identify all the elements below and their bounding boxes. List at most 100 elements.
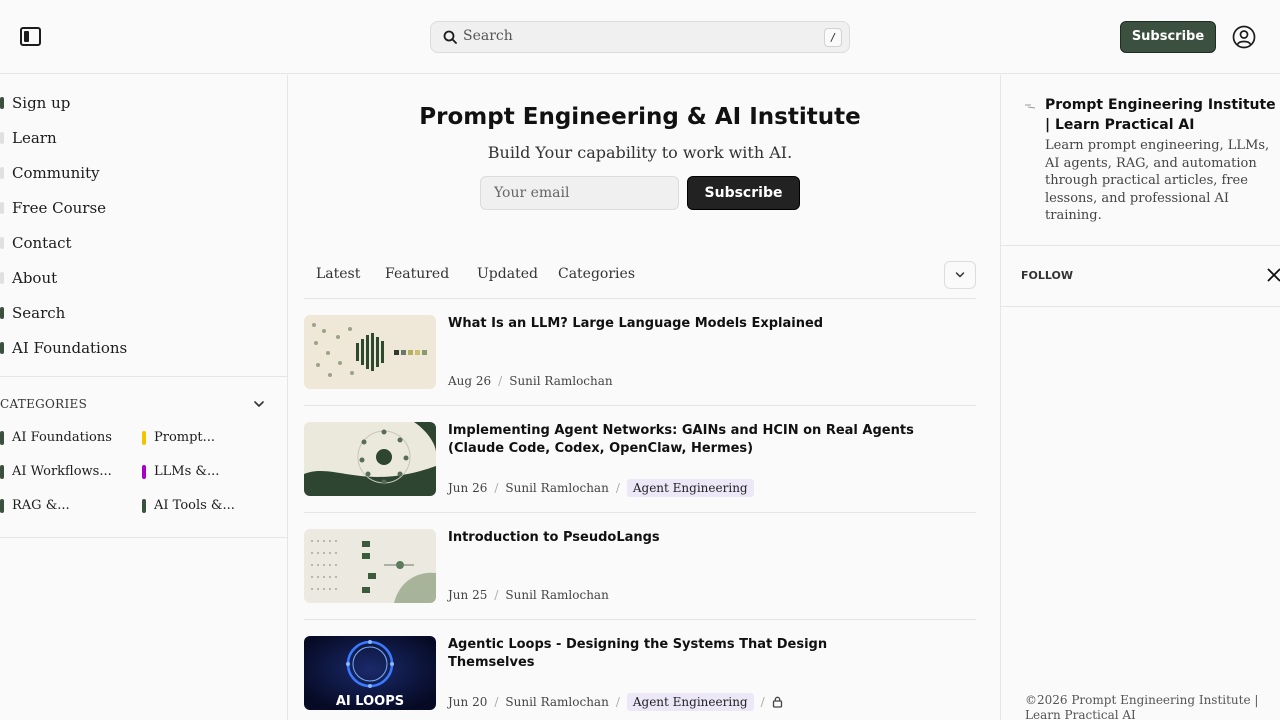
sidebar-item-label: Community [12, 164, 100, 182]
account-icon[interactable] [1232, 25, 1256, 49]
category-color-indicator [0, 499, 4, 513]
publication-title: Prompt Engineering Institute | Learn Pra… [1045, 97, 1276, 133]
post-meta: Jun 20 / Sunil Ramlochan / Agent Engineering… [448, 693, 783, 711]
tab-latest[interactable]: Latest [316, 266, 360, 282]
sidebar-item-ai-foundations[interactable]: AI Foundations [0, 336, 280, 360]
search-shortcut-key: / [824, 28, 842, 47]
post-author[interactable]: Sunil Ramlochan [505, 588, 608, 602]
tab-updated[interactable]: Updated [477, 266, 538, 282]
post-meta: Jun 25 / Sunil Ramlochan [448, 586, 609, 604]
post-thumbnail[interactable] [304, 529, 436, 603]
lock-icon [772, 696, 782, 708]
category-color-indicator [142, 465, 146, 479]
nav-indicator [0, 97, 4, 109]
sidebar-item-sign-up[interactable]: Sign up [0, 91, 280, 115]
nav-indicator [0, 307, 4, 319]
sidebar-item-search[interactable]: Search [0, 301, 280, 325]
divider [1001, 306, 1280, 307]
sidebar-item-label: Learn [12, 129, 57, 147]
post-tag[interactable]: Agent Engineering [626, 479, 754, 497]
nav-indicator [0, 342, 4, 354]
post-item[interactable]: Introduction to PseudoLangs Jun 25 / Sunil… [304, 513, 976, 620]
tab-categories[interactable]: Categories [558, 266, 635, 282]
sidebar-item-label: Contact [12, 234, 72, 252]
category-color-indicator [142, 499, 146, 513]
post-author[interactable]: Sunil Ramlochan [505, 481, 608, 495]
email-field[interactable] [480, 176, 679, 210]
meta-separator: / [615, 695, 620, 709]
header-subscribe-button[interactable]: Subscribe [1120, 21, 1216, 53]
post-title[interactable]: Implementing Agent Networks: GAINs and H… [448, 422, 918, 458]
sidebar-item-label: AI Foundations [12, 339, 128, 357]
sidebar-item-label: Sign up [12, 94, 71, 112]
meta-separator: / [494, 481, 499, 495]
category-color-indicator [0, 465, 4, 479]
category-color-indicator [0, 431, 4, 445]
tab-featured[interactable]: Featured [385, 266, 449, 282]
nav-indicator [0, 202, 4, 214]
sidebar-item-label: Free Course [12, 199, 107, 217]
search-icon [443, 30, 457, 44]
category-label: AI Tools &... [154, 498, 235, 513]
search-bar[interactable]: / [430, 21, 850, 53]
post-tag[interactable]: Agent Engineering [626, 693, 754, 711]
category-label: LLMs &... [154, 464, 220, 479]
nav-indicator [0, 272, 4, 284]
nav-indicator [0, 237, 4, 249]
footer-copyright: ©2026 Prompt Engineering Institute | Lea… [1025, 693, 1259, 720]
thumbnail-text: AI LOOPS [336, 694, 404, 709]
post-author[interactable]: Sunil Ramlochan [505, 695, 608, 709]
post-item[interactable]: AI LOOPS Agentic Loops - Designing the S… [304, 620, 976, 720]
post-date: Jun 26 [448, 481, 488, 495]
tabs-expand-button[interactable] [944, 261, 976, 289]
category-label: RAG &... [12, 498, 70, 513]
post-title[interactable]: Agentic Loops - Designing the Systems Th… [448, 636, 918, 672]
sidebar-toggle-icon[interactable] [20, 27, 41, 46]
post-date: Jun 20 [448, 695, 488, 709]
post-item[interactable]: What Is an LLM? Large Language Models Ex… [304, 299, 976, 406]
publication-logo-icon [1025, 104, 1035, 109]
x-social-icon[interactable] [1267, 268, 1280, 282]
divider [0, 376, 288, 377]
post-title[interactable]: What Is an LLM? Large Language Models Ex… [448, 315, 918, 333]
chevron-down-icon [955, 272, 965, 278]
nav-indicator [0, 132, 4, 144]
follow-label: FOLLOW [1021, 269, 1073, 282]
sidebar-item-about[interactable]: About [0, 266, 280, 290]
site-title: Prompt Engineering & AI Institute [419, 104, 861, 130]
meta-separator: / [494, 588, 499, 602]
sidebar-item-contact[interactable]: Contact [0, 231, 280, 255]
category-label: AI Workflows... [12, 464, 112, 479]
hero-subscribe-button[interactable]: Subscribe [687, 176, 800, 210]
meta-separator: / [615, 481, 620, 495]
category-label: Prompt... [154, 430, 216, 445]
search-input[interactable] [463, 28, 803, 44]
post-date: Aug 26 [448, 374, 492, 388]
category-label: AI Foundations [12, 430, 112, 445]
post-thumbnail[interactable] [304, 422, 436, 496]
meta-separator: / [494, 695, 499, 709]
left-sidebar: Sign up Learn Community Free Course Contact A… [0, 75, 288, 720]
post-thumbnail[interactable] [304, 315, 436, 389]
meta-separator: / [498, 374, 503, 388]
sidebar-item-community[interactable]: Community [0, 161, 280, 185]
publication-description: Learn prompt engineering, LLMs, AI agent… [1045, 138, 1270, 223]
category-color-indicator [142, 431, 146, 445]
nav-indicator [0, 167, 4, 179]
divider [1001, 245, 1280, 246]
post-item[interactable]: Implementing Agent Networks: GAINs and H… [304, 406, 976, 513]
post-thumbnail[interactable]: AI LOOPS [304, 636, 436, 710]
post-author[interactable]: Sunil Ramlochan [509, 374, 612, 388]
main-content: Prompt Engineering & AI Institute Build … [288, 75, 1000, 720]
site-tagline: Build Your capability to work with AI. [487, 143, 793, 162]
sidebar-item-label: About [12, 269, 58, 287]
post-date: Jun 25 [448, 588, 488, 602]
post-tabs: Latest Featured Updated Categories [304, 261, 976, 299]
right-panel: Prompt Engineering Institute | Learn Pra… [1000, 75, 1280, 720]
divider [0, 537, 288, 538]
post-title[interactable]: Introduction to PseudoLangs [448, 529, 918, 547]
sidebar-item-learn[interactable]: Learn [0, 126, 280, 150]
chevron-down-icon[interactable] [253, 398, 265, 410]
categories-header: CATEGORIES [0, 397, 88, 411]
sidebar-item-free-course[interactable]: Free Course [0, 196, 280, 220]
